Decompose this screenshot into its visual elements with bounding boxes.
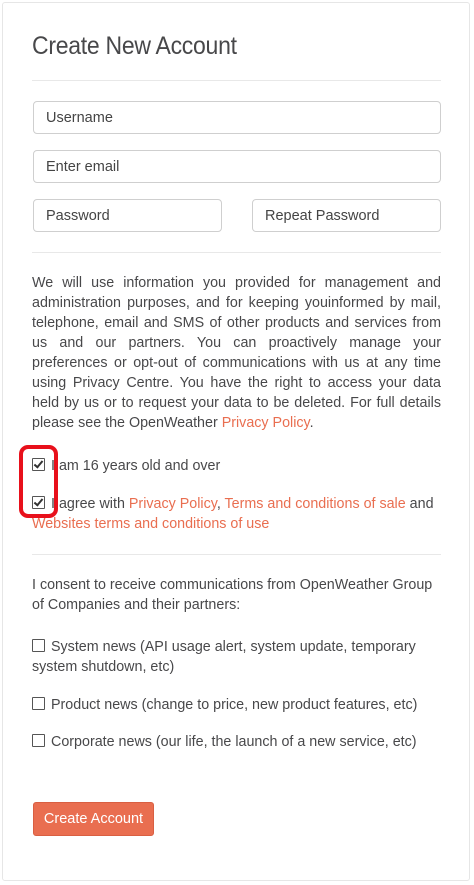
terms-privacy-policy-link[interactable]: Privacy Policy <box>129 496 217 512</box>
terms-separator: , <box>216 496 225 512</box>
email-input[interactable] <box>33 150 441 183</box>
privacy-policy-link[interactable]: Privacy Policy <box>222 415 310 431</box>
corporate-news-label: Corporate news (our life, the launch of … <box>51 734 417 750</box>
product-news-checkbox[interactable] <box>32 697 45 710</box>
notice-end: . <box>309 415 314 431</box>
product-news-label: Product news (change to price, new produ… <box>51 697 418 713</box>
repeat-password-input[interactable] <box>252 199 441 232</box>
password-input[interactable] <box>33 199 222 232</box>
divider <box>32 80 441 81</box>
system-news-label: System news (API usage alert, system upd… <box>32 639 416 675</box>
system-news-row: System news (API usage alert, system upd… <box>32 637 441 677</box>
terms-and: and <box>405 496 434 512</box>
divider <box>32 554 441 555</box>
checkbox-highlight-annotation <box>19 445 58 518</box>
corporate-news-checkbox[interactable] <box>32 734 45 747</box>
consent-intro: I consent to receive communications from… <box>32 577 433 613</box>
username-input[interactable] <box>33 101 441 134</box>
data-usage-notice: We will use information you provided for… <box>32 273 441 433</box>
divider <box>32 252 441 253</box>
terms-prefix: I agree with <box>51 496 129 512</box>
corporate-news-row: Corporate news (our life, the launch of … <box>32 732 441 752</box>
age-checkbox-label: I am 16 years old and over <box>51 458 221 474</box>
website-terms-link[interactable]: Websites terms and conditions of use <box>32 516 269 532</box>
create-account-button[interactable]: Create Account <box>33 802 154 836</box>
notice-text: We will use information you provided for… <box>32 275 441 431</box>
age-agreement-row: I am 16 years old and over <box>32 456 441 476</box>
system-news-checkbox[interactable] <box>32 639 45 652</box>
page-title: Create New Account <box>32 32 237 60</box>
terms-of-sale-link[interactable]: Terms and conditions of sale <box>225 496 406 512</box>
terms-agreement-row: I agree with Privacy Policy, Terms and c… <box>32 494 441 534</box>
product-news-row: Product news (change to price, new produ… <box>32 695 441 715</box>
